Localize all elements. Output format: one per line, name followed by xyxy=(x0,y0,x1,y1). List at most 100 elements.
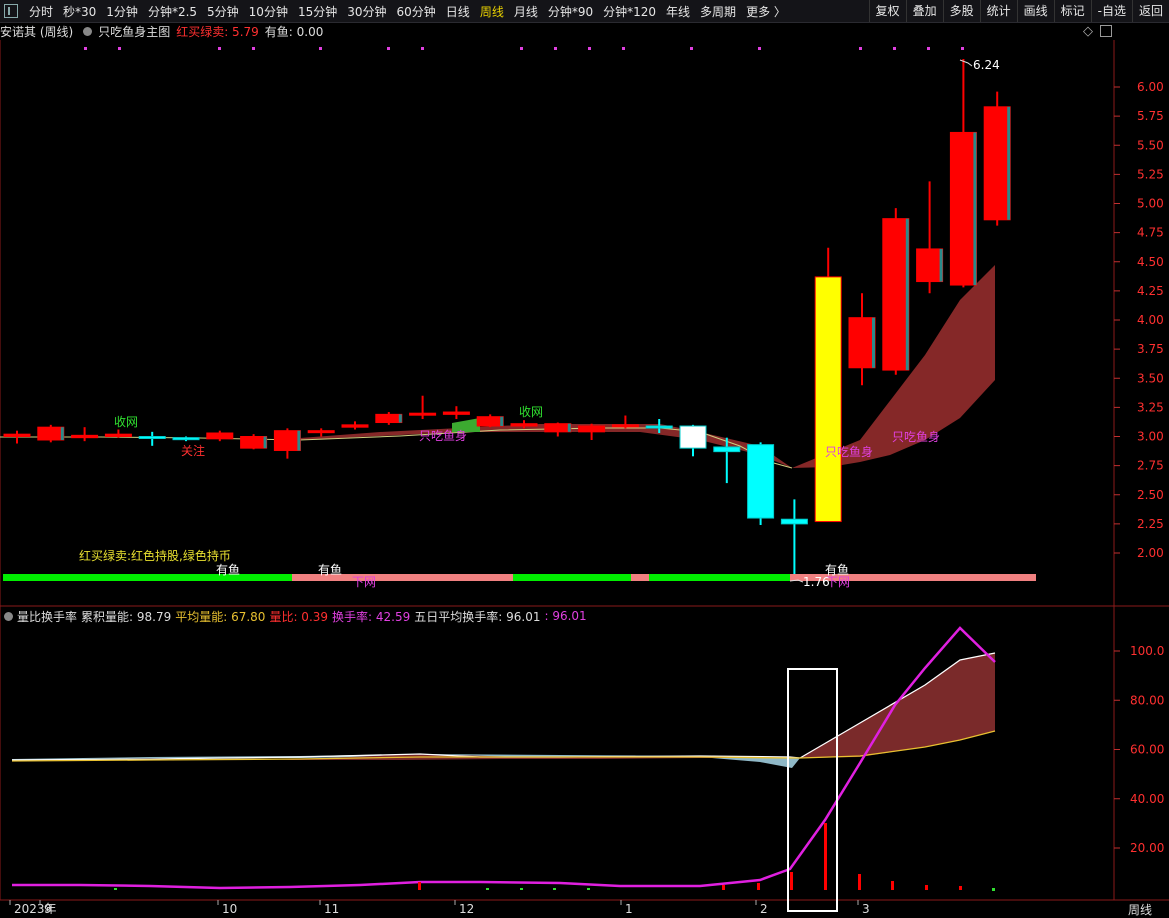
shouwang-label-2: 收网 xyxy=(519,405,543,419)
candle-29 xyxy=(983,91,1011,226)
top-dot-4 xyxy=(319,47,322,50)
sub-tick-label-3: 40.00 xyxy=(1130,792,1164,806)
candle-body-2 xyxy=(71,434,99,439)
candle-edge-7 xyxy=(263,436,267,449)
candle-body-29 xyxy=(983,106,1011,221)
candle-body-19 xyxy=(645,425,673,429)
top-dot-11 xyxy=(690,47,693,50)
candle-body-6 xyxy=(206,432,234,440)
main-tick-label-15: 2.25 xyxy=(1137,517,1164,531)
candle-23 xyxy=(780,499,808,581)
signal-bar xyxy=(3,574,1036,581)
candle-body-23 xyxy=(780,518,808,525)
top-dot-0 xyxy=(84,47,87,50)
top-dot-9 xyxy=(588,47,591,50)
signal-green-1 xyxy=(3,574,292,581)
main-y-ticks: 6.00 5.75 5.50 5.25 5.00 4.75 4.50 4.25 4.00 3.75… xyxy=(1114,80,1164,560)
candle-edge-11 xyxy=(398,414,402,423)
candle-edge-28 xyxy=(973,132,977,286)
main-tick-label-5: 4.75 xyxy=(1137,226,1164,240)
shouwang-label-1: 收网 xyxy=(114,415,138,429)
volume-bars xyxy=(114,823,995,891)
candle-edge-8 xyxy=(297,430,301,451)
candle-body-8 xyxy=(273,430,301,451)
candle-6 xyxy=(206,430,234,442)
candle-edge-16 xyxy=(567,423,571,432)
zcys-label-3: 只吃鱼身 xyxy=(892,429,940,444)
candle-14 xyxy=(476,414,504,428)
candle-body-15 xyxy=(510,423,538,427)
candle-edge-29 xyxy=(1007,106,1011,220)
guanzhu-label: 关注 xyxy=(181,443,205,458)
min-price-label: 1.76 xyxy=(803,575,830,589)
top-dot-10 xyxy=(622,47,625,50)
top-dot-15 xyxy=(927,47,930,50)
candle-body-16 xyxy=(544,423,572,433)
chart-canvas[interactable]: 6.00 5.75 5.50 5.25 5.00 4.75 4.50 4.25 4.00 3.75… xyxy=(0,0,1169,914)
candle-edge-25 xyxy=(872,317,875,368)
candle-28 xyxy=(949,59,977,288)
zcys-label-2: 只吃鱼身 xyxy=(825,444,873,459)
top-dot-13 xyxy=(859,47,862,50)
x-label-3: 11 xyxy=(324,902,339,914)
top-dot-14 xyxy=(893,47,896,50)
main-tick-label-2: 5.50 xyxy=(1137,138,1164,152)
main-tick-label-7: 4.25 xyxy=(1137,284,1164,298)
candle-body-1 xyxy=(37,426,65,441)
candle-11 xyxy=(375,412,403,425)
candle-body-26 xyxy=(882,218,910,371)
candle-13 xyxy=(442,406,470,420)
candle-body-3 xyxy=(104,433,132,438)
main-tick-label-14: 2.50 xyxy=(1137,488,1164,502)
period-indicator: 周线 xyxy=(1128,903,1153,917)
candle-12 xyxy=(409,395,437,420)
x-label-6: 2 xyxy=(760,902,768,914)
main-tick-label-0: 6.00 xyxy=(1137,80,1164,94)
candle-body-25 xyxy=(848,317,876,369)
main-tick-label-1: 5.75 xyxy=(1137,109,1164,123)
candle-body-20 xyxy=(679,425,707,449)
top-signal-dots xyxy=(84,47,964,50)
zcys-label-1: 只吃鱼身 xyxy=(419,428,467,443)
max-price-label: 6.24 xyxy=(973,58,1000,72)
candle-body-24 xyxy=(814,276,842,523)
candle-3 xyxy=(104,429,132,438)
youyu-label-1: 有鱼 xyxy=(216,563,240,577)
main-tick-label-12: 3.00 xyxy=(1137,430,1164,444)
top-dot-7 xyxy=(520,47,523,50)
x-label-2: 10 xyxy=(222,902,237,914)
candle-9 xyxy=(307,428,335,437)
candle-body-17 xyxy=(578,425,606,433)
candle-4 xyxy=(138,431,166,446)
candle-5 xyxy=(172,436,200,442)
x-axis-labels: 2023年9 10 11 12 1 2 3 xyxy=(9,900,870,914)
x-label-1: 9 xyxy=(44,902,52,914)
candle-10 xyxy=(341,421,369,430)
main-tick-label-11: 3.25 xyxy=(1137,400,1164,414)
main-tick-label-3: 5.25 xyxy=(1137,167,1164,181)
candle-edge-26 xyxy=(905,218,909,371)
candle-7 xyxy=(240,434,268,450)
candle-17 xyxy=(578,423,606,440)
candle-26 xyxy=(882,208,910,375)
candle-edge-27 xyxy=(939,248,943,282)
candle-body-5 xyxy=(172,437,200,441)
candle-20 xyxy=(679,424,707,457)
candle-edge-1 xyxy=(60,427,64,440)
candle-16 xyxy=(544,422,572,437)
xiawang-label-1: 下网 xyxy=(352,575,376,589)
candle-22 xyxy=(747,442,775,526)
x-label-5: 1 xyxy=(625,902,633,914)
top-dot-2 xyxy=(218,47,221,50)
candle-8 xyxy=(273,428,301,459)
candle-body-28 xyxy=(949,131,977,286)
main-tick-label-9: 3.75 xyxy=(1137,342,1164,356)
highlight-box[interactable] xyxy=(787,668,838,912)
main-tick-label-6: 4.50 xyxy=(1137,255,1164,269)
top-dot-12 xyxy=(758,47,761,50)
main-tick-label-8: 4.00 xyxy=(1137,313,1164,327)
main-tick-label-4: 5.00 xyxy=(1137,197,1164,211)
top-dot-3 xyxy=(252,47,255,50)
main-tick-label-16: 2.00 xyxy=(1137,546,1164,560)
top-dot-6 xyxy=(421,47,424,50)
